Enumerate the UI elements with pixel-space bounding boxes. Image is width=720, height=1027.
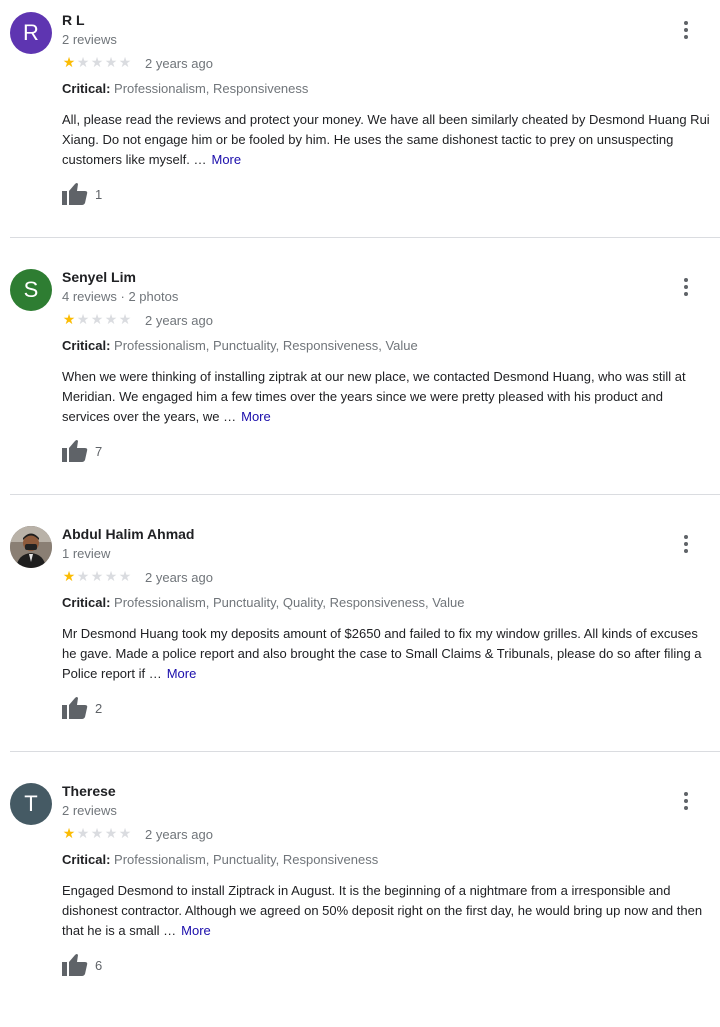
divider bbox=[10, 237, 720, 238]
review-text: Mr Desmond Huang took my deposits amount… bbox=[62, 624, 714, 684]
review-card: Abdul Halim Ahmad 1 review ★★★★★ 2 years… bbox=[0, 514, 720, 770]
more-options-icon[interactable] bbox=[676, 530, 696, 558]
critical-items: Professionalism, Responsiveness bbox=[114, 81, 309, 96]
critical-items: Professionalism, Punctuality, Quality, R… bbox=[114, 595, 465, 610]
avatar[interactable]: R bbox=[10, 12, 52, 54]
thumbs-up-icon[interactable] bbox=[62, 953, 88, 977]
review-time: 2 years ago bbox=[145, 827, 213, 842]
star-empty-icon: ★ bbox=[76, 54, 90, 70]
critical-label: Critical: bbox=[62, 852, 111, 867]
star-empty-icon: ★ bbox=[104, 568, 118, 584]
star-rating: ★★★★★ bbox=[62, 311, 132, 327]
critical-tags: Critical: Professionalism, Punctuality, … bbox=[62, 338, 418, 353]
review-text: Engaged Desmond to install Ziptrack in A… bbox=[62, 881, 714, 941]
divider bbox=[10, 751, 720, 752]
profile-photo-icon bbox=[10, 526, 52, 568]
review-text: When we were thinking of installing zipt… bbox=[62, 367, 714, 427]
review-text-content: All, please read the reviews and protect… bbox=[62, 112, 710, 167]
star-empty-icon: ★ bbox=[118, 568, 132, 584]
more-options-icon[interactable] bbox=[676, 273, 696, 301]
reviewer-name[interactable]: R L bbox=[62, 12, 85, 28]
star-empty-icon: ★ bbox=[118, 825, 132, 841]
reviewer-meta: 1 review bbox=[62, 546, 111, 561]
star-empty-icon: ★ bbox=[90, 568, 104, 584]
reviewer-name[interactable]: Therese bbox=[62, 783, 116, 799]
star-rating: ★★★★★ bbox=[62, 54, 132, 70]
review-card: R R L 2 reviews ★★★★★ 2 years ago Critic… bbox=[0, 0, 720, 256]
star-empty-icon: ★ bbox=[76, 568, 90, 584]
review-card: T Therese 2 reviews ★★★★★ 2 years ago Cr… bbox=[0, 771, 720, 1027]
critical-tags: Critical: Professionalism, Punctuality, … bbox=[62, 595, 464, 610]
review-card: S Senyel Lim 4 reviews · 2 photos ★★★★★ … bbox=[0, 257, 720, 513]
review-time: 2 years ago bbox=[145, 56, 213, 71]
review-time: 2 years ago bbox=[145, 313, 213, 328]
star-empty-icon: ★ bbox=[104, 54, 118, 70]
star-empty-icon: ★ bbox=[76, 311, 90, 327]
review-text-content: Mr Desmond Huang took my deposits amount… bbox=[62, 626, 702, 681]
star-filled-icon: ★ bbox=[62, 825, 76, 841]
like-count: 7 bbox=[95, 444, 103, 459]
critical-label: Critical: bbox=[62, 338, 111, 353]
thumbs-up-icon[interactable] bbox=[62, 439, 88, 463]
critical-tags: Critical: Professionalism, Punctuality, … bbox=[62, 852, 378, 867]
critical-items: Professionalism, Punctuality, Responsive… bbox=[114, 852, 379, 867]
more-link[interactable]: More bbox=[241, 409, 271, 424]
star-filled-icon: ★ bbox=[62, 54, 76, 70]
like-count: 2 bbox=[95, 701, 103, 716]
star-empty-icon: ★ bbox=[104, 825, 118, 841]
thumbs-up-icon[interactable] bbox=[62, 182, 88, 206]
like-count: 6 bbox=[95, 958, 103, 973]
divider bbox=[10, 494, 720, 495]
more-options-icon[interactable] bbox=[676, 16, 696, 44]
more-link[interactable]: More bbox=[167, 666, 197, 681]
critical-label: Critical: bbox=[62, 595, 111, 610]
more-options-icon[interactable] bbox=[676, 787, 696, 815]
star-rating: ★★★★★ bbox=[62, 825, 132, 841]
star-empty-icon: ★ bbox=[90, 825, 104, 841]
reviewer-name[interactable]: Abdul Halim Ahmad bbox=[62, 526, 195, 542]
review-text: All, please read the reviews and protect… bbox=[62, 110, 714, 170]
star-empty-icon: ★ bbox=[90, 311, 104, 327]
reviewer-meta: 2 reviews bbox=[62, 803, 117, 818]
critical-label: Critical: bbox=[62, 81, 111, 96]
star-filled-icon: ★ bbox=[62, 311, 76, 327]
reviewer-meta: 4 reviews · 2 photos bbox=[62, 289, 179, 304]
critical-tags: Critical: Professionalism, Responsivenes… bbox=[62, 81, 308, 96]
critical-items: Professionalism, Punctuality, Responsive… bbox=[114, 338, 418, 353]
avatar[interactable] bbox=[10, 526, 52, 568]
star-empty-icon: ★ bbox=[90, 54, 104, 70]
star-empty-icon: ★ bbox=[76, 825, 90, 841]
thumbs-up-icon[interactable] bbox=[62, 696, 88, 720]
reviewer-meta: 2 reviews bbox=[62, 32, 117, 47]
star-empty-icon: ★ bbox=[118, 54, 132, 70]
more-link[interactable]: More bbox=[181, 923, 211, 938]
star-rating: ★★★★★ bbox=[62, 568, 132, 584]
like-count: 1 bbox=[95, 187, 103, 202]
reviewer-name[interactable]: Senyel Lim bbox=[62, 269, 136, 285]
avatar[interactable]: T bbox=[10, 783, 52, 825]
star-empty-icon: ★ bbox=[118, 311, 132, 327]
review-time: 2 years ago bbox=[145, 570, 213, 585]
avatar[interactable]: S bbox=[10, 269, 52, 311]
star-filled-icon: ★ bbox=[62, 568, 76, 584]
more-link[interactable]: More bbox=[211, 152, 241, 167]
review-text-content: Engaged Desmond to install Ziptrack in A… bbox=[62, 883, 703, 938]
review-text-content: When we were thinking of installing zipt… bbox=[62, 369, 686, 424]
star-empty-icon: ★ bbox=[104, 311, 118, 327]
